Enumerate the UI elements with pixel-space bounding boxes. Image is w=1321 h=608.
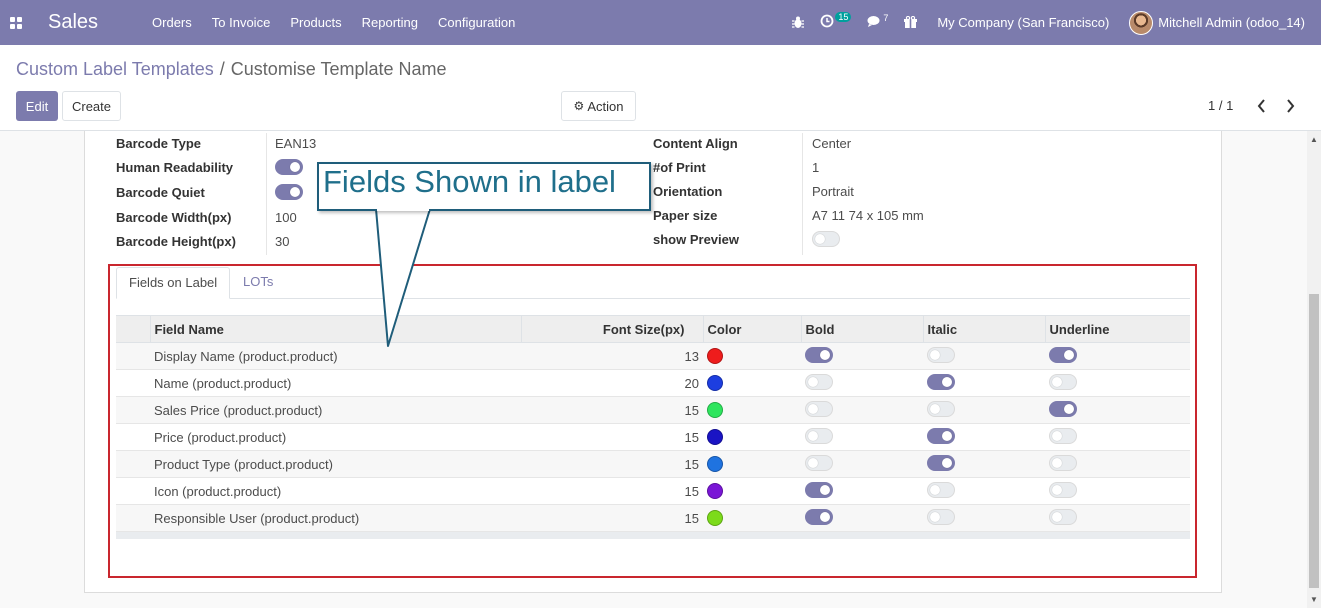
edit-button[interactable]: Edit bbox=[16, 91, 58, 121]
menu-reporting[interactable]: Reporting bbox=[352, 0, 428, 45]
of-print-label: #of Print bbox=[653, 160, 706, 175]
barcode-width-value: 100 bbox=[275, 210, 297, 225]
barcode-quiet-toggle[interactable] bbox=[275, 184, 303, 200]
orientation-value: Portrait bbox=[812, 184, 854, 199]
show-preview-label: show Preview bbox=[653, 232, 739, 247]
barcode-type-value: EAN13 bbox=[275, 136, 317, 151]
menu-to-invoice[interactable]: To Invoice bbox=[202, 0, 281, 45]
user-menu[interactable]: Mitchell Admin (odoo_14) bbox=[1121, 0, 1321, 45]
paper-size-label: Paper size bbox=[653, 208, 718, 223]
paper-size-value: A7 11 74 x 105 mm bbox=[812, 208, 924, 223]
user-name: Mitchell Admin (odoo_14) bbox=[1158, 15, 1305, 30]
main-menu: Orders To Invoice Products Reporting Con… bbox=[142, 0, 525, 45]
barcode-quiet-label: Barcode Quiet bbox=[116, 185, 205, 200]
barcode-height-label: Barcode Height(px) bbox=[116, 234, 236, 249]
action-button[interactable]: ⚙ Action bbox=[561, 91, 636, 121]
messages-menu[interactable]: 7 bbox=[859, 0, 896, 45]
menu-orders[interactable]: Orders bbox=[142, 0, 202, 45]
human-readability-label: Human Readability bbox=[116, 160, 234, 175]
activity-count-badge: 15 bbox=[835, 11, 852, 22]
annotation-callout: Fields Shown in label bbox=[317, 162, 651, 211]
label-separator bbox=[802, 133, 803, 255]
show-preview-toggle[interactable] bbox=[812, 231, 840, 247]
top-navbar: Sales Orders To Invoice Products Reporti… bbox=[0, 0, 1321, 45]
breadcrumb-separator: / bbox=[219, 59, 225, 79]
clock-icon bbox=[820, 14, 834, 31]
of-print-value: 1 bbox=[812, 160, 820, 175]
barcode-type-label: Barcode Type bbox=[116, 136, 202, 151]
menu-configuration[interactable]: Configuration bbox=[428, 0, 525, 45]
barcode-height-value: 30 bbox=[275, 234, 290, 249]
content-align-value: Center bbox=[812, 136, 852, 151]
orientation-label: Orientation bbox=[653, 184, 723, 199]
create-button[interactable]: Create bbox=[62, 91, 121, 121]
menu-products[interactable]: Products bbox=[280, 0, 351, 45]
chat-icon bbox=[867, 15, 882, 31]
scroll-thumb[interactable] bbox=[1309, 294, 1319, 588]
app-brand[interactable]: Sales bbox=[32, 11, 114, 34]
vertical-scrollbar[interactable]: ▲ ▼ bbox=[1307, 131, 1321, 608]
action-label: Action bbox=[587, 98, 624, 114]
apps-icon[interactable] bbox=[0, 0, 32, 45]
barcode-width-label: Barcode Width(px) bbox=[116, 210, 232, 225]
pager-next-icon[interactable] bbox=[1282, 95, 1298, 115]
gear-icon: ⚙ bbox=[573, 99, 585, 113]
scroll-down-icon[interactable]: ▼ bbox=[1310, 595, 1318, 604]
pager-previous-icon[interactable] bbox=[1254, 95, 1270, 115]
bug-icon[interactable] bbox=[784, 0, 812, 45]
annotation-highlight-box bbox=[108, 264, 1197, 578]
avatar bbox=[1129, 10, 1154, 35]
pager-value[interactable]: 1 / 1 bbox=[1208, 98, 1233, 113]
breadcrumb: Custom Label Templates / Customise Templ… bbox=[16, 59, 447, 80]
content-align-label: Content Align bbox=[653, 136, 738, 151]
control-panel: Custom Label Templates / Customise Templ… bbox=[0, 45, 1321, 131]
systray: 15 7 My Company (San Francisco) Mitchell… bbox=[784, 0, 1321, 45]
label-separator bbox=[266, 133, 267, 255]
messages-count: 7 bbox=[883, 12, 889, 23]
activity-menu[interactable]: 15 bbox=[812, 0, 859, 45]
company-switcher[interactable]: My Company (San Francisco) bbox=[925, 0, 1121, 45]
scroll-up-icon[interactable]: ▲ bbox=[1310, 135, 1318, 144]
human-readability-toggle[interactable] bbox=[275, 159, 303, 175]
breadcrumb-current: Customise Template Name bbox=[230, 59, 447, 79]
breadcrumb-parent-link[interactable]: Custom Label Templates bbox=[16, 59, 214, 80]
gift-icon[interactable] bbox=[896, 0, 925, 45]
callout-text: Fields Shown in label bbox=[323, 164, 616, 199]
